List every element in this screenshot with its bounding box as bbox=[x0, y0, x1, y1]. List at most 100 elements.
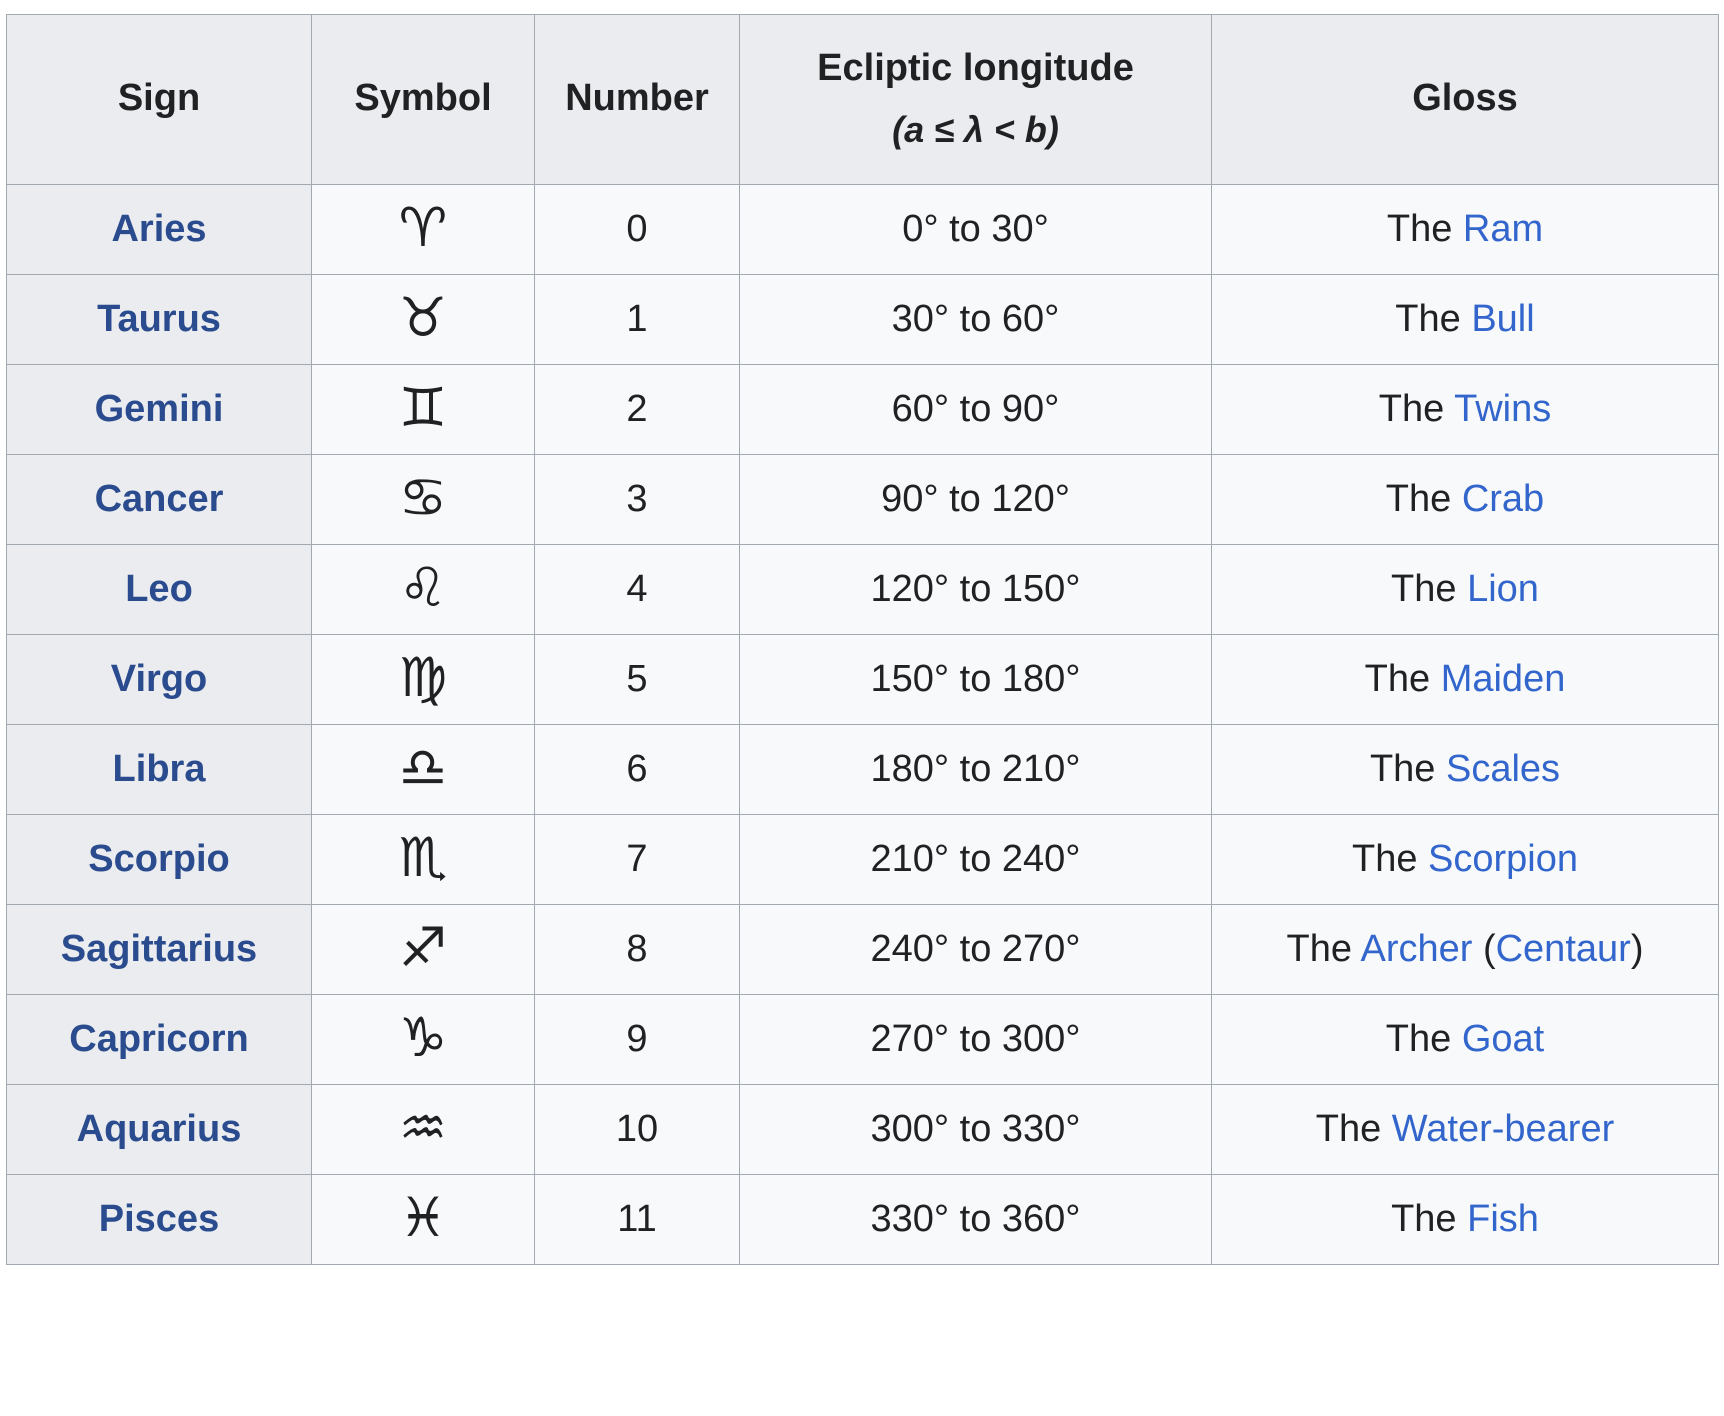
cell-number: 0 bbox=[534, 184, 740, 275]
pisces-symbol: ♓ bbox=[398, 1185, 448, 1249]
gloss-text: The bbox=[1378, 388, 1455, 430]
cell-sign: Sagittarius bbox=[6, 904, 312, 995]
gloss-link[interactable]: Bull bbox=[1471, 298, 1534, 340]
scorpio-symbol: ♏ bbox=[398, 825, 448, 889]
cell-gloss: The Scales bbox=[1211, 724, 1719, 815]
sign-link[interactable]: Aries bbox=[111, 208, 206, 250]
table-row: Scorpio ♏ 7 210° to 240° The Scorpion bbox=[6, 814, 1719, 905]
leo-symbol: ♌ bbox=[398, 555, 448, 619]
sign-link[interactable]: Cancer bbox=[95, 478, 224, 520]
sign-link[interactable]: Taurus bbox=[97, 298, 221, 340]
cell-sign: Gemini bbox=[6, 364, 312, 455]
cell-gloss: The Archer (Centaur) bbox=[1211, 904, 1719, 995]
cell-ecliptic-longitude: 270° to 300° bbox=[739, 994, 1212, 1085]
gloss-text: The bbox=[1391, 568, 1468, 610]
gloss-link[interactable]: Ram bbox=[1463, 208, 1543, 250]
cell-sign: Aquarius bbox=[6, 1084, 312, 1175]
table-row: Virgo ♍ 5 150° to 180° The Maiden bbox=[6, 634, 1719, 725]
gloss-text: The bbox=[1391, 1198, 1468, 1240]
cell-symbol: ♎ bbox=[311, 724, 535, 815]
cell-sign: Virgo bbox=[6, 634, 312, 725]
cell-ecliptic-longitude: 120° to 150° bbox=[739, 544, 1212, 635]
table-row: Cancer ♋ 3 90° to 120° The Crab bbox=[6, 454, 1719, 545]
cell-gloss: The Ram bbox=[1211, 184, 1719, 275]
cell-sign: Pisces bbox=[6, 1174, 312, 1265]
column-header-gloss-label: Gloss bbox=[1412, 77, 1518, 120]
cell-symbol: ♉ bbox=[311, 274, 535, 365]
column-header-number: Number bbox=[534, 14, 740, 185]
cell-number: 9 bbox=[534, 994, 740, 1085]
cell-number: 8 bbox=[534, 904, 740, 995]
column-header-sign-label: Sign bbox=[117, 77, 201, 120]
gloss-link[interactable]: Centaur bbox=[1496, 928, 1631, 970]
sign-link[interactable]: Libra bbox=[113, 748, 206, 790]
gloss-link[interactable]: Archer bbox=[1360, 928, 1472, 970]
cell-number: 1 bbox=[534, 274, 740, 365]
cell-sign: Capricorn bbox=[6, 994, 312, 1085]
gloss-link[interactable]: Scorpion bbox=[1428, 838, 1578, 880]
column-header-longitude-label: Ecliptic longitude bbox=[817, 46, 1134, 89]
cell-symbol: ♒ bbox=[311, 1084, 535, 1175]
table-row: Libra ♎ 6 180° to 210° The Scales bbox=[6, 724, 1719, 815]
sign-link[interactable]: Leo bbox=[125, 568, 193, 610]
cell-sign: Libra bbox=[6, 724, 312, 815]
cell-ecliptic-longitude: 150° to 180° bbox=[739, 634, 1212, 725]
cell-symbol: ♑ bbox=[311, 994, 535, 1085]
cell-sign: Taurus bbox=[6, 274, 312, 365]
gloss-link[interactable]: Twins bbox=[1454, 388, 1551, 430]
sign-link[interactable]: Capricorn bbox=[69, 1018, 248, 1060]
cell-gloss: The Bull bbox=[1211, 274, 1719, 365]
gloss-link[interactable]: Lion bbox=[1467, 568, 1539, 610]
table-row: Capricorn ♑ 9 270° to 300° The Goat bbox=[6, 994, 1719, 1085]
cell-symbol: ♐ bbox=[311, 904, 535, 995]
gloss-text: The bbox=[1395, 298, 1472, 340]
cell-ecliptic-longitude: 300° to 330° bbox=[739, 1084, 1212, 1175]
cell-symbol: ♍ bbox=[311, 634, 535, 725]
table-row: Sagittarius ♐ 8 240° to 270° The Archer (Cen… bbox=[6, 904, 1719, 995]
cell-number: 6 bbox=[534, 724, 740, 815]
cell-number: 11 bbox=[534, 1174, 740, 1265]
gloss-text: The bbox=[1385, 478, 1462, 520]
gloss-text: ) bbox=[1630, 928, 1644, 970]
gloss-text: The bbox=[1385, 1018, 1462, 1060]
cell-number: 3 bbox=[534, 454, 740, 545]
gloss-text: The bbox=[1369, 748, 1446, 790]
virgo-symbol: ♍ bbox=[398, 645, 448, 709]
cell-symbol: ♏ bbox=[311, 814, 535, 905]
column-header-number-label: Number bbox=[565, 77, 709, 120]
column-header-sign: Sign bbox=[6, 14, 312, 185]
gloss-link[interactable]: Scales bbox=[1446, 748, 1560, 790]
cell-number: 5 bbox=[534, 634, 740, 725]
cell-gloss: The Fish bbox=[1211, 1174, 1719, 1265]
sign-link[interactable]: Virgo bbox=[111, 658, 207, 700]
libra-symbol: ♎ bbox=[398, 735, 448, 799]
gloss-link[interactable]: Crab bbox=[1462, 478, 1544, 520]
table-row: Aries ♈ 0 0° to 30° The Ram bbox=[6, 184, 1719, 275]
gloss-link[interactable]: Goat bbox=[1462, 1018, 1544, 1060]
gloss-link[interactable]: Maiden bbox=[1441, 658, 1566, 700]
sign-link[interactable]: Gemini bbox=[95, 388, 224, 430]
cancer-symbol: ♋ bbox=[398, 465, 448, 529]
column-header-gloss: Gloss bbox=[1211, 14, 1719, 185]
sign-link[interactable]: Aquarius bbox=[77, 1108, 242, 1150]
sign-link[interactable]: Sagittarius bbox=[61, 928, 257, 970]
column-header-symbol: Symbol bbox=[311, 14, 535, 185]
cell-symbol: ♋ bbox=[311, 454, 535, 545]
column-header-ecliptic-longitude: Ecliptic longitude (a ≤ λ < b) bbox=[739, 14, 1212, 185]
gloss-text: The bbox=[1286, 928, 1361, 970]
gloss-link[interactable]: Water-bearer bbox=[1392, 1108, 1614, 1150]
gemini-symbol: ♊ bbox=[398, 375, 448, 439]
column-header-symbol-label: Symbol bbox=[354, 77, 492, 120]
cell-gloss: The Crab bbox=[1211, 454, 1719, 545]
table-row: Leo ♌ 4 120° to 150° The Lion bbox=[6, 544, 1719, 635]
cell-gloss: The Twins bbox=[1211, 364, 1719, 455]
zodiac-table-container: Sign Symbol Number Ecliptic longitude (a… bbox=[0, 0, 1724, 1281]
cell-gloss: The Scorpion bbox=[1211, 814, 1719, 905]
cell-number: 7 bbox=[534, 814, 740, 905]
sign-link[interactable]: Pisces bbox=[99, 1198, 219, 1240]
cell-symbol: ♓ bbox=[311, 1174, 535, 1265]
gloss-link[interactable]: Fish bbox=[1467, 1198, 1539, 1240]
sign-link[interactable]: Scorpio bbox=[88, 838, 229, 880]
cell-ecliptic-longitude: 60° to 90° bbox=[739, 364, 1212, 455]
aries-symbol: ♈ bbox=[398, 195, 448, 259]
